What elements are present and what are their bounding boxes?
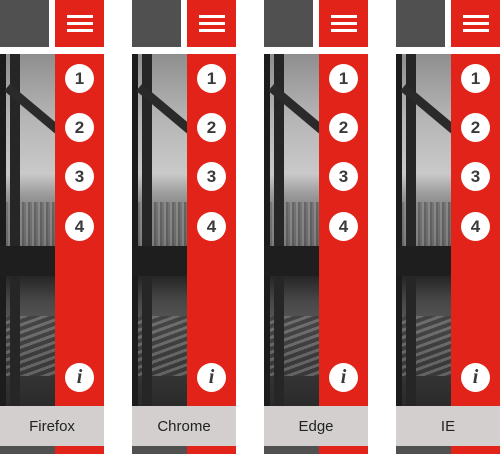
nav-item-4[interactable]: 4 — [65, 212, 94, 241]
nav-item-4[interactable]: 4 — [197, 212, 226, 241]
hamburger-menu-icon — [330, 14, 357, 34]
browser-panel-firefox: 1 2 3 4 i Firefox — [0, 0, 104, 454]
info-icon[interactable]: i — [461, 363, 490, 392]
hamburger-menu-icon — [66, 14, 93, 34]
browser-label: Edge — [264, 406, 368, 446]
nav-item-1[interactable]: 1 — [329, 64, 358, 93]
sidebar-nav: 1 2 3 4 i — [319, 54, 368, 454]
footer-strip — [0, 446, 55, 454]
browser-panel-ie: 1 2 3 4 i IE — [396, 0, 500, 454]
browser-label: Chrome — [132, 406, 236, 446]
nav-item-4[interactable]: 4 — [329, 212, 358, 241]
nav-item-1[interactable]: 1 — [65, 64, 94, 93]
header-dark-block — [264, 0, 313, 47]
nav-item-3[interactable]: 3 — [65, 162, 94, 191]
info-icon[interactable]: i — [197, 363, 226, 392]
background-photo — [396, 54, 451, 406]
info-icon[interactable]: i — [329, 363, 358, 392]
hamburger-menu-icon — [462, 14, 489, 34]
nav-item-1[interactable]: 1 — [197, 64, 226, 93]
sidebar-nav: 1 2 3 4 i — [55, 54, 104, 454]
browser-label: Firefox — [0, 406, 104, 446]
menu-button[interactable] — [451, 0, 500, 47]
background-photo — [264, 54, 319, 406]
nav-item-3[interactable]: 3 — [461, 162, 490, 191]
footer-strip — [264, 446, 319, 454]
nav-item-4[interactable]: 4 — [461, 212, 490, 241]
hamburger-menu-icon — [198, 14, 225, 34]
browser-label: IE — [396, 406, 500, 446]
menu-button[interactable] — [55, 0, 104, 47]
nav-item-2[interactable]: 2 — [197, 113, 226, 142]
nav-item-2[interactable]: 2 — [65, 113, 94, 142]
sidebar-nav: 1 2 3 4 i — [451, 54, 500, 454]
header-dark-block — [132, 0, 181, 47]
browser-panel-edge: 1 2 3 4 i Edge — [264, 0, 368, 454]
header-dark-block — [396, 0, 445, 47]
header-dark-block — [0, 0, 49, 47]
nav-item-3[interactable]: 3 — [329, 162, 358, 191]
nav-item-2[interactable]: 2 — [461, 113, 490, 142]
sidebar-nav: 1 2 3 4 i — [187, 54, 236, 454]
nav-item-3[interactable]: 3 — [197, 162, 226, 191]
menu-button[interactable] — [187, 0, 236, 47]
footer-strip — [396, 446, 451, 454]
background-photo — [0, 54, 55, 406]
browser-panel-chrome: 1 2 3 4 i Chrome — [132, 0, 236, 454]
nav-item-1[interactable]: 1 — [461, 64, 490, 93]
nav-item-2[interactable]: 2 — [329, 113, 358, 142]
menu-button[interactable] — [319, 0, 368, 47]
footer-strip — [132, 446, 187, 454]
info-icon[interactable]: i — [65, 363, 94, 392]
background-photo — [132, 54, 187, 406]
